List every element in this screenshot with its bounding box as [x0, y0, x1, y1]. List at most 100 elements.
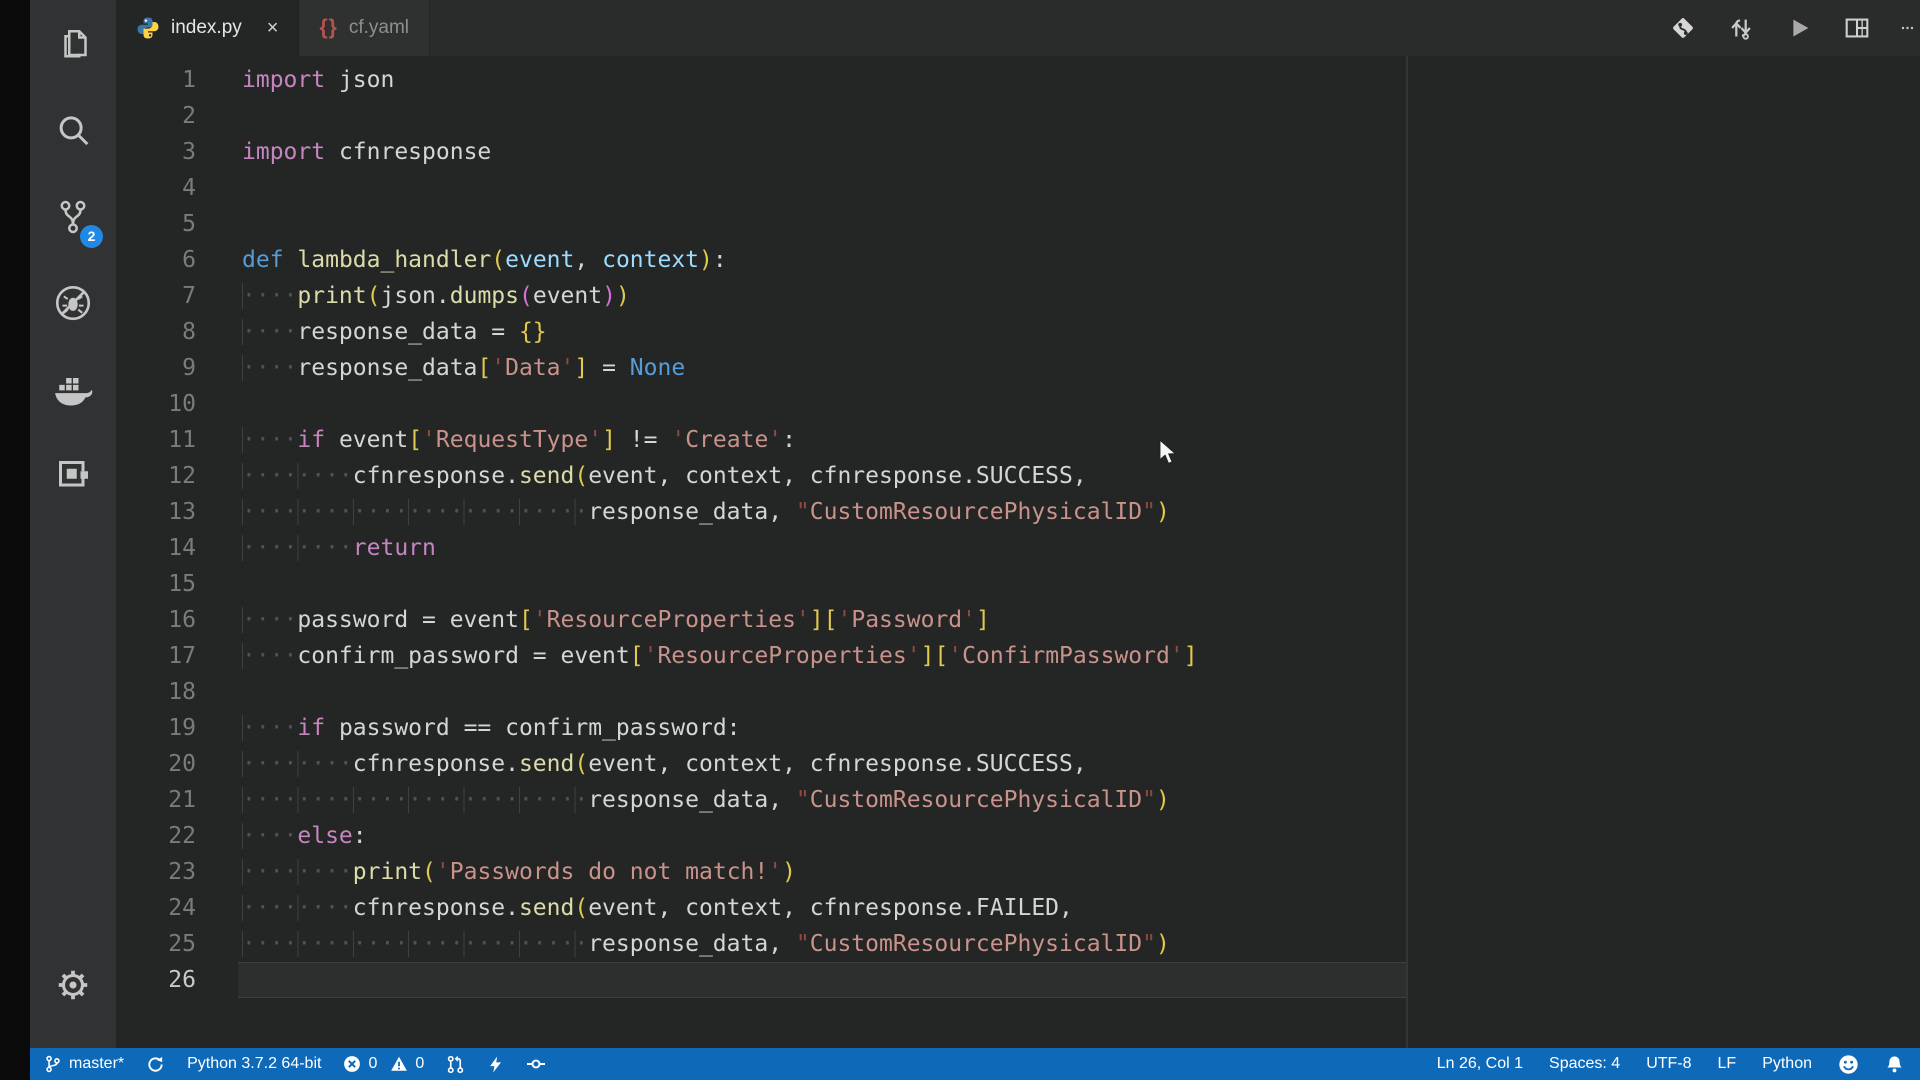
line-number[interactable]: 2 [116, 98, 196, 134]
synchronize-changes-icon[interactable] [1726, 13, 1756, 43]
code-line[interactable]: 22····else: [116, 818, 1920, 854]
code-line[interactable]: 20········cfnresponse.send(event, contex… [116, 746, 1920, 782]
editor-pane[interactable]: 1import json23import cfnresponse456def l… [116, 56, 1920, 1048]
editor-actions [1668, 0, 1920, 56]
code-line[interactable]: 3import cfnresponse [116, 134, 1920, 170]
code-line[interactable]: 17····confirm_password = event['Resource… [116, 638, 1920, 674]
line-number[interactable]: 22 [116, 818, 196, 854]
code-text: ····else: [196, 818, 367, 854]
code-line[interactable]: 11····if event['RequestType'] != 'Create… [116, 422, 1920, 458]
code-line[interactable]: 10 [116, 386, 1920, 422]
eol-indicator[interactable]: LF [1718, 1055, 1737, 1073]
code-text: ········cfnresponse.send(event, context,… [196, 746, 1087, 782]
git-compare-icon[interactable] [1668, 13, 1698, 43]
line-number[interactable]: 4 [116, 170, 196, 206]
line-number[interactable]: 7 [116, 278, 196, 314]
code-line[interactable]: 16····password = event['ResourceProperti… [116, 602, 1920, 638]
code-line[interactable]: 1import json [116, 62, 1920, 98]
code-text [196, 98, 242, 134]
code-line[interactable]: 15 [116, 566, 1920, 602]
activity-item-source-control[interactable]: 2 [30, 174, 116, 260]
code-line[interactable]: 25·························response_data… [116, 926, 1920, 962]
activity-item-debug[interactable] [30, 260, 116, 346]
activity-item-extensions[interactable] [30, 432, 116, 518]
git-commit-icon [526, 1054, 546, 1074]
code-line[interactable]: 6def lambda_handler(event, context): [116, 242, 1920, 278]
line-number[interactable]: 26 [116, 962, 196, 998]
code-line[interactable]: 19····if password == confirm_password: [116, 710, 1920, 746]
line-number[interactable]: 25 [116, 926, 196, 962]
line-number[interactable]: 24 [116, 890, 196, 926]
python-interpreter[interactable]: Python 3.7.2 64-bit [187, 1055, 321, 1073]
activity-item-manage[interactable] [30, 942, 116, 1028]
sync-button[interactable] [146, 1055, 165, 1074]
line-number[interactable]: 20 [116, 746, 196, 782]
manage-gear-icon [54, 966, 92, 1004]
status-right: Ln 26, Col 1 Spaces: 4 UTF-8 LF Python [1437, 1054, 1906, 1075]
activity-item-explorer[interactable] [30, 2, 116, 88]
code-line[interactable]: 14········return [116, 530, 1920, 566]
close-tab-icon[interactable]: × [267, 18, 279, 38]
code-line[interactable]: 5 [116, 206, 1920, 242]
pull-request-button[interactable] [446, 1055, 465, 1074]
code-line[interactable]: 4 [116, 170, 1920, 206]
code-line[interactable]: 26 [116, 962, 1920, 998]
status-left: master* Python 3.7.2 64-bit 0 0 [44, 1054, 546, 1074]
more-actions-icon[interactable] [1900, 13, 1916, 43]
feedback-button[interactable] [1838, 1054, 1859, 1075]
language-mode[interactable]: Python [1762, 1055, 1812, 1073]
warning-icon [390, 1055, 408, 1073]
line-number[interactable]: 1 [116, 62, 196, 98]
tab-cf-yaml[interactable]: {} cf.yaml [299, 0, 430, 56]
line-number[interactable]: 14 [116, 530, 196, 566]
branch-indicator[interactable]: master* [44, 1055, 124, 1073]
code-line[interactable]: 7····print(json.dumps(event)) [116, 278, 1920, 314]
line-number[interactable]: 21 [116, 782, 196, 818]
line-number[interactable]: 10 [116, 386, 196, 422]
pull-request-icon [446, 1055, 465, 1074]
line-number[interactable]: 9 [116, 350, 196, 386]
code-line[interactable]: 9····response_data['Data'] = None [116, 350, 1920, 386]
activity-item-search[interactable] [30, 88, 116, 174]
notifications-button[interactable] [1885, 1055, 1904, 1074]
line-number[interactable]: 11 [116, 422, 196, 458]
code-line[interactable]: 2 [116, 98, 1920, 134]
split-editor-icon[interactable] [1842, 13, 1872, 43]
tab-index-py[interactable]: index.py × [116, 0, 299, 56]
code-text: ····password = event['ResourceProperties… [196, 602, 990, 638]
indentation-indicator[interactable]: Spaces: 4 [1549, 1055, 1620, 1073]
line-number[interactable]: 19 [116, 710, 196, 746]
code-line[interactable]: 21·························response_data… [116, 782, 1920, 818]
code-line[interactable]: 13·························response_data… [116, 494, 1920, 530]
extensions-icon [53, 455, 93, 495]
code-line[interactable]: 23········print('Passwords do not match!… [116, 854, 1920, 890]
run-file-icon[interactable] [1784, 13, 1814, 43]
commit-button[interactable] [526, 1054, 546, 1074]
code-line[interactable]: 18 [116, 674, 1920, 710]
mouse-pointer [1157, 440, 1179, 466]
code-text: import json [196, 62, 394, 98]
code-line[interactable]: 8····response_data = {} [116, 314, 1920, 350]
line-number[interactable]: 18 [116, 674, 196, 710]
line-number[interactable]: 12 [116, 458, 196, 494]
line-number[interactable]: 16 [116, 602, 196, 638]
line-number[interactable]: 3 [116, 134, 196, 170]
lightning-button[interactable] [487, 1056, 504, 1073]
line-number[interactable]: 13 [116, 494, 196, 530]
line-number[interactable]: 6 [116, 242, 196, 278]
line-number[interactable]: 8 [116, 314, 196, 350]
line-number[interactable]: 17 [116, 638, 196, 674]
status-bar: master* Python 3.7.2 64-bit 0 0 [30, 1048, 1920, 1080]
encoding-indicator[interactable]: UTF-8 [1646, 1055, 1691, 1073]
activity-item-docker[interactable] [30, 346, 116, 432]
code-line[interactable]: 24········cfnresponse.send(event, contex… [116, 890, 1920, 926]
problems-indicator[interactable]: 0 0 [343, 1055, 424, 1073]
code-line[interactable]: 12········cfnresponse.send(event, contex… [116, 458, 1920, 494]
code-text: ····if event['RequestType'] != 'Create': [196, 422, 796, 458]
sync-icon [146, 1055, 165, 1074]
cursor-position[interactable]: Ln 26, Col 1 [1437, 1055, 1523, 1073]
line-number[interactable]: 5 [116, 206, 196, 242]
line-number[interactable]: 23 [116, 854, 196, 890]
code-text: ····response_data = {} [196, 314, 547, 350]
line-number[interactable]: 15 [116, 566, 196, 602]
